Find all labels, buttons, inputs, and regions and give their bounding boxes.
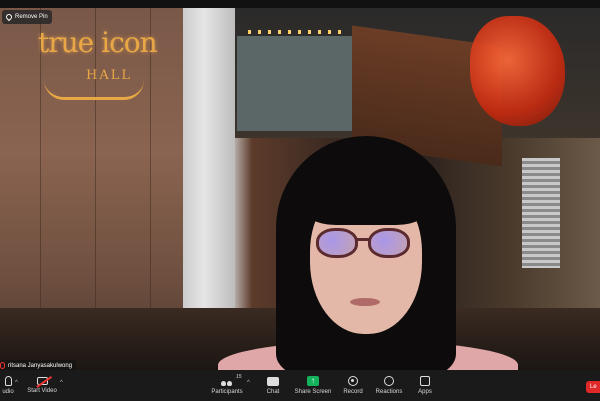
remove-pin-button[interactable]: Remove Pin xyxy=(2,10,52,24)
record-icon xyxy=(348,376,358,386)
video-feed: true icon HALL xyxy=(0,8,600,370)
background-lights xyxy=(248,30,348,34)
participants-count: 15 xyxy=(236,374,242,380)
remove-pin-label: Remove Pin xyxy=(15,14,48,20)
audio-label: udio xyxy=(2,389,14,395)
participant-name: ritsana Janyasakulwong xyxy=(8,362,73,369)
share-screen-icon: ↑ xyxy=(307,376,319,386)
leave-button[interactable]: Le xyxy=(586,381,600,393)
reactions-icon xyxy=(384,376,394,386)
chat-button[interactable]: Chat xyxy=(262,370,284,401)
share-screen-label: Share Screen xyxy=(294,389,332,395)
reactions-button[interactable]: Reactions xyxy=(374,370,404,401)
audio-button[interactable]: udio xyxy=(0,370,16,401)
start-video-button[interactable]: Start Video xyxy=(24,370,60,401)
venue-sign-title: true icon xyxy=(38,26,158,59)
zoom-meeting-window: true icon HALL Remove Pin ritsana Janyas… xyxy=(0,0,600,401)
chat-label: Chat xyxy=(266,388,280,395)
apps-label: Apps xyxy=(418,389,432,395)
video-camera-off-icon xyxy=(36,377,48,385)
audio-options-chevron-icon[interactable]: ^ xyxy=(15,380,18,386)
glasses-right-lens xyxy=(368,228,410,258)
apps-icon xyxy=(420,376,430,386)
chat-icon xyxy=(267,376,279,386)
background-chandelier xyxy=(470,16,565,126)
mic-muted-icon xyxy=(0,362,5,369)
participants-button[interactable]: 15 Participants xyxy=(208,370,246,401)
participants-options-chevron-icon[interactable]: ^ xyxy=(247,380,250,386)
apps-button[interactable]: Apps xyxy=(414,370,436,401)
participants-icon: 15 xyxy=(221,374,242,386)
participant-mouth xyxy=(350,298,380,306)
participants-label: Participants xyxy=(211,389,243,395)
share-screen-button[interactable]: ↑ Share Screen xyxy=(294,370,332,401)
reactions-label: Reactions xyxy=(375,389,403,395)
participant-bangs xyxy=(300,150,432,225)
participant-video xyxy=(218,136,518,370)
microphone-icon xyxy=(4,376,12,386)
record-label: Record xyxy=(343,389,363,395)
video-options-chevron-icon[interactable]: ^ xyxy=(60,380,63,386)
record-button[interactable]: Record xyxy=(340,370,366,401)
pin-icon xyxy=(4,12,14,22)
venue-sign-wave xyxy=(44,80,144,100)
venue-sign-subtitle: HALL xyxy=(86,68,132,83)
start-video-label: Start Video xyxy=(27,388,57,394)
venue-sign: true icon HALL xyxy=(38,18,158,108)
glasses-bridge xyxy=(356,238,370,241)
glasses-left-lens xyxy=(316,228,358,258)
meeting-toolbar: udio ^ Start Video ^ 15 Participants ^ C… xyxy=(0,370,600,401)
background-escalator xyxy=(522,158,560,268)
background-balcony xyxy=(237,36,352,131)
